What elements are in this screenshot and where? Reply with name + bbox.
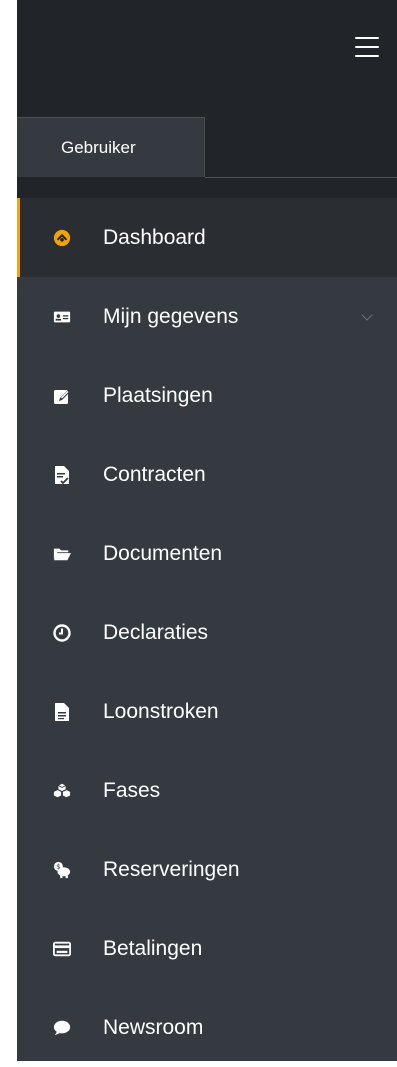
dashboard-gauge-icon: [53, 229, 71, 247]
piggy-bank-icon: $: [53, 861, 71, 879]
sidebar-item-label: Documenten: [103, 541, 223, 565]
file-text-icon: [53, 702, 71, 721]
sidebar-item-label: Contracten: [103, 462, 206, 486]
sidebar-item-label: Betalingen: [103, 936, 203, 960]
sidebar-item-label: Dashboard: [103, 225, 206, 249]
folder-open-icon: [53, 545, 71, 563]
sidebar-item-declaraties[interactable]: Declaraties: [17, 593, 397, 672]
sidebar-item-label: Plaatsingen: [103, 383, 213, 407]
clock-icon: [53, 623, 71, 642]
sidebar-item-reserveringen[interactable]: $ Reserveringen: [17, 830, 397, 909]
sidebar-item-label: Declaraties: [103, 620, 209, 644]
sidebar-item-label: Reserveringen: [103, 857, 240, 881]
sidebar-item-mijn-gegevens[interactable]: Mijn gegevens: [17, 277, 397, 356]
credit-card-icon: [53, 940, 71, 958]
sidebar-item-documenten[interactable]: Documenten: [17, 514, 397, 593]
sidebar-item-label: Fases: [103, 778, 161, 802]
tab-divider: [205, 177, 397, 178]
topbar: [17, 0, 397, 117]
sidebar-item-loonstroken[interactable]: Loonstroken: [17, 672, 397, 751]
sidebar-item-label: Newsroom: [103, 1015, 204, 1039]
chevron-down-icon[interactable]: [361, 309, 373, 321]
sidebar-item-betalingen[interactable]: Betalingen: [17, 909, 397, 988]
file-signature-icon: [53, 465, 71, 484]
sidebar-item-label: Mijn gegevens: [103, 304, 239, 328]
sidebar-item-label: Loonstroken: [103, 699, 219, 723]
sidebar-menu: Dashboard Mijn gegevens Plaatsingen Cont…: [17, 198, 397, 1067]
sidebar-item-contracten[interactable]: Contracten: [17, 435, 397, 514]
tab-strip: Gebruiker: [17, 117, 397, 198]
sidebar-item-dashboard[interactable]: Dashboard: [17, 198, 397, 277]
hamburger-icon[interactable]: [355, 37, 379, 57]
sidebar-item-fases[interactable]: Fases: [17, 751, 397, 830]
id-card-icon: [53, 308, 71, 326]
edit-icon: [53, 387, 71, 405]
comment-icon: [53, 1019, 71, 1037]
sidebar-item-newsroom[interactable]: Newsroom: [17, 988, 397, 1067]
tab-gebruiker[interactable]: Gebruiker: [17, 117, 205, 177]
tab-label: Gebruiker: [61, 137, 136, 157]
sidebar: Gebruiker Dashboard Mijn gegevens Plaats…: [17, 0, 397, 1061]
sidebar-item-plaatsingen[interactable]: Plaatsingen: [17, 356, 397, 435]
cubes-icon: [53, 782, 71, 800]
